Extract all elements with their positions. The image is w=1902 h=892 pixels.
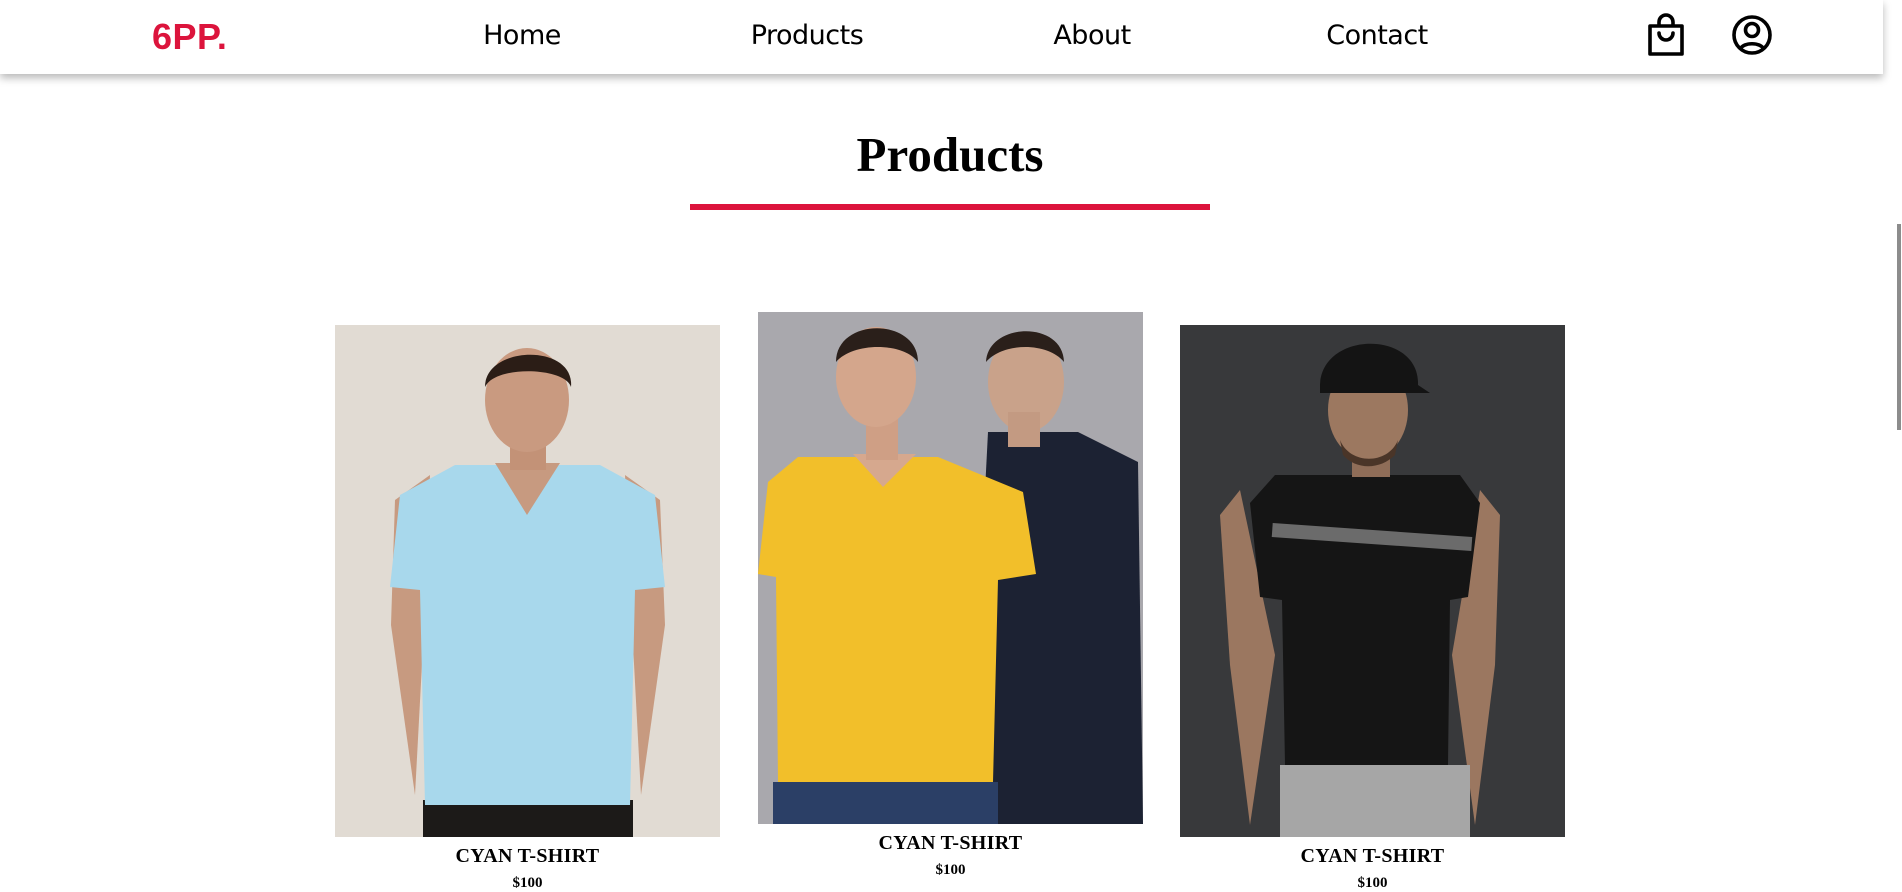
shopping-bag-icon[interactable]: [1644, 12, 1688, 58]
page-scrollbar[interactable]: [1883, 0, 1902, 887]
product-image[interactable]: [335, 325, 720, 837]
section-title: Products: [856, 127, 1044, 182]
brand-logo[interactable]: 6PP.: [152, 16, 227, 58]
product-price: $100: [512, 875, 543, 891]
product-price: $100: [935, 862, 966, 878]
user-account-icon[interactable]: [1730, 12, 1774, 58]
product-name: CYAN T-SHIRT: [878, 832, 1023, 854]
product-price: $100: [1357, 875, 1388, 891]
nav-link-contact[interactable]: Contact: [1326, 20, 1428, 51]
navbar: 6PP. Home Products About Contact: [0, 0, 1883, 74]
title-underline: [690, 204, 1210, 210]
product-image[interactable]: [758, 312, 1143, 824]
product-image[interactable]: [1180, 325, 1565, 837]
nav-link-about[interactable]: About: [1053, 20, 1131, 51]
scrollbar-thumb[interactable]: [1897, 224, 1901, 430]
product-name: CYAN T-SHIRT: [455, 845, 600, 867]
nav-link-products[interactable]: Products: [751, 20, 864, 51]
product-name: CYAN T-SHIRT: [1300, 845, 1445, 867]
nav-link-home[interactable]: Home: [483, 20, 561, 51]
